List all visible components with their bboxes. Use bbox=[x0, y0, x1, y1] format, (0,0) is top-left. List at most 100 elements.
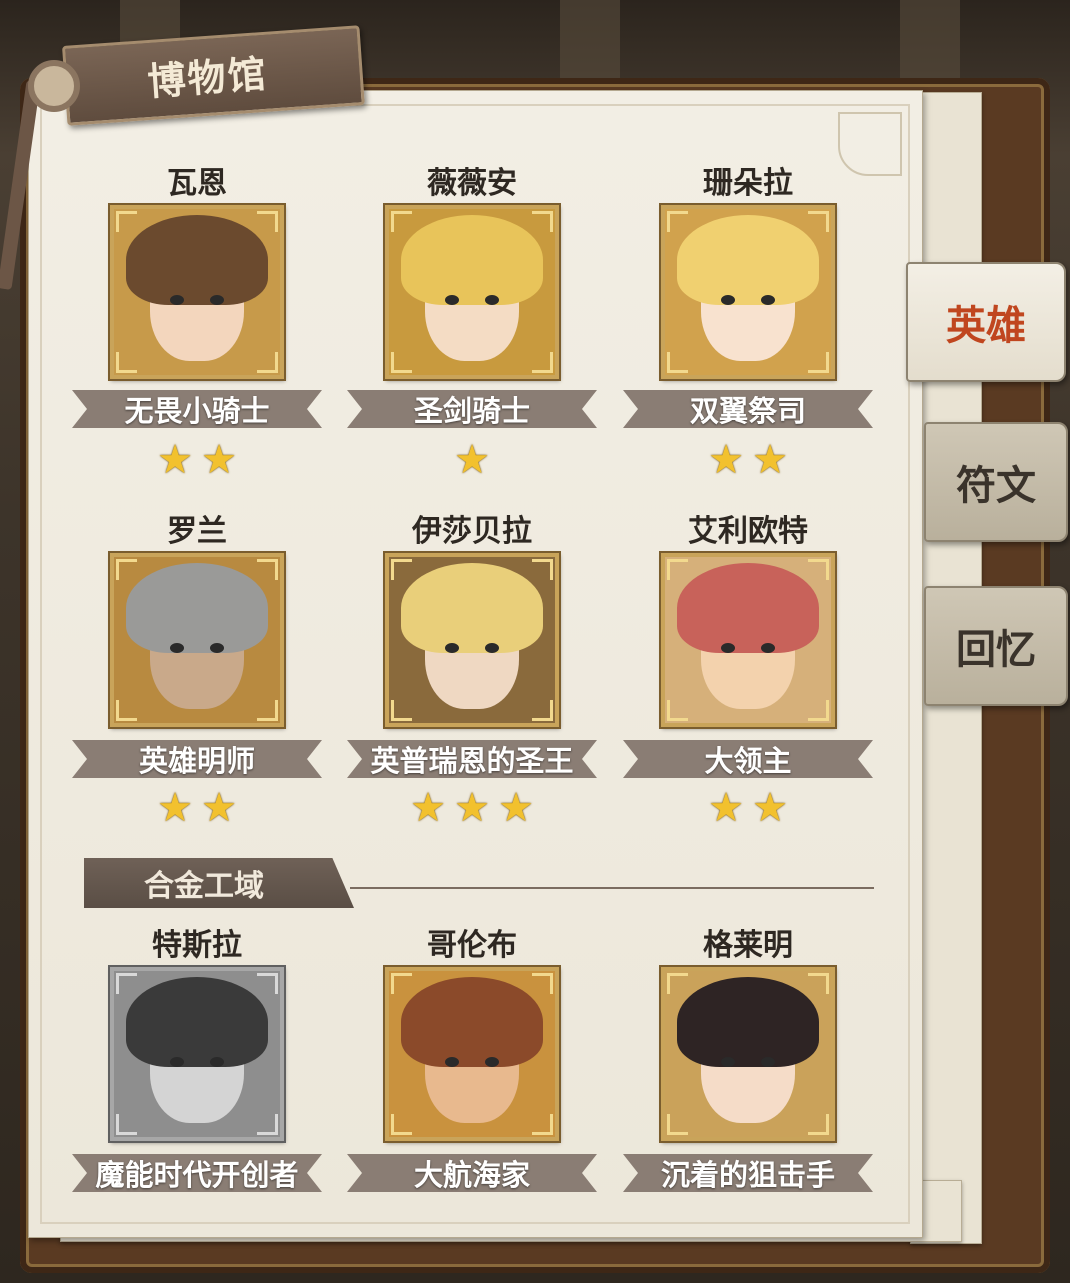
frame-corner bbox=[116, 352, 137, 373]
frame-corner bbox=[667, 352, 688, 373]
hero-title-ribbon: 无畏小骑士 bbox=[72, 390, 322, 428]
hero-title-ribbon: 大航海家 bbox=[347, 1154, 597, 1192]
portrait-eye bbox=[485, 1057, 499, 1067]
frame-corner bbox=[391, 973, 412, 994]
hero-name: 瓦恩 bbox=[167, 166, 227, 201]
frame-corner bbox=[116, 559, 137, 580]
hero-portrait[interactable] bbox=[659, 965, 837, 1143]
frame-corner bbox=[391, 352, 412, 373]
portrait-eye bbox=[210, 643, 224, 653]
portrait-hair bbox=[401, 563, 543, 653]
hero-name: 特斯拉 bbox=[152, 928, 242, 963]
portrait-hair bbox=[126, 977, 268, 1067]
hero-title-ribbon: 英雄明师 bbox=[72, 740, 322, 778]
room-pillar bbox=[560, 0, 620, 90]
portrait-hair bbox=[401, 215, 543, 305]
star-rating: ★ ★ bbox=[77, 440, 317, 480]
frame-corner bbox=[808, 352, 829, 373]
frame-corner bbox=[116, 211, 137, 232]
portrait-hair bbox=[401, 977, 543, 1067]
hero-name: 罗兰 bbox=[167, 514, 227, 549]
section-divider bbox=[350, 887, 874, 889]
star-rating: ★ ★ bbox=[628, 440, 868, 480]
frame-corner bbox=[116, 1114, 137, 1135]
star-icon: ★ bbox=[201, 785, 237, 831]
frame-corner bbox=[667, 973, 688, 994]
hero-title-ribbon: 沉着的狙击手 bbox=[623, 1154, 873, 1192]
portrait-eye bbox=[445, 295, 459, 305]
portrait-eye bbox=[761, 643, 775, 653]
frame-corner bbox=[808, 973, 829, 994]
portrait-eye bbox=[721, 643, 735, 653]
star-rating: ★ ★ bbox=[628, 788, 868, 828]
portrait-eye bbox=[721, 1057, 735, 1067]
portrait-eye bbox=[210, 295, 224, 305]
portrait-hair bbox=[677, 215, 819, 305]
frame-corner bbox=[532, 1114, 553, 1135]
star-icon: ★ bbox=[708, 437, 744, 483]
frame-corner bbox=[116, 700, 137, 721]
ring-icon bbox=[28, 60, 80, 112]
tab-runes[interactable]: 符文 bbox=[924, 422, 1068, 542]
portrait-eye bbox=[445, 1057, 459, 1067]
hero-name: 格莱明 bbox=[703, 928, 793, 963]
frame-corner bbox=[391, 211, 412, 232]
portrait-hair bbox=[126, 215, 268, 305]
frame-corner bbox=[532, 211, 553, 232]
tab-heroes[interactable]: 英雄 bbox=[906, 262, 1066, 382]
section-header: 合金工域 bbox=[84, 858, 354, 908]
hero-name: 伊莎贝拉 bbox=[412, 514, 532, 549]
portrait-eye bbox=[485, 643, 499, 653]
frame-corner bbox=[391, 559, 412, 580]
frame-corner bbox=[808, 559, 829, 580]
frame-corner bbox=[116, 973, 137, 994]
hero-title-ribbon: 圣剑骑士 bbox=[347, 390, 597, 428]
frame-corner bbox=[667, 211, 688, 232]
portrait-hair bbox=[126, 563, 268, 653]
star-icon: ★ bbox=[157, 437, 193, 483]
hero-portrait[interactable] bbox=[108, 965, 286, 1143]
star-rating: ★ ★ bbox=[77, 788, 317, 828]
room-pillar bbox=[900, 0, 960, 90]
hero-portrait[interactable] bbox=[383, 203, 561, 381]
star-icon: ★ bbox=[157, 785, 193, 831]
star-icon: ★ bbox=[454, 785, 490, 831]
frame-corner bbox=[667, 559, 688, 580]
frame-corner bbox=[391, 1114, 412, 1135]
hero-portrait[interactable] bbox=[108, 203, 286, 381]
hero-portrait[interactable] bbox=[108, 551, 286, 729]
frame-corner bbox=[257, 973, 278, 994]
hero-name: 薇薇安 bbox=[427, 166, 517, 201]
portrait-eye bbox=[170, 1057, 184, 1067]
star-icon: ★ bbox=[708, 785, 744, 831]
portrait-eye bbox=[445, 643, 459, 653]
hero-title-ribbon: 魔能时代开创者 bbox=[72, 1154, 322, 1192]
hero-title-ribbon: 双翼祭司 bbox=[623, 390, 873, 428]
hero-name: 珊朵拉 bbox=[703, 166, 793, 201]
star-icon: ★ bbox=[498, 785, 534, 831]
star-icon: ★ bbox=[752, 785, 788, 831]
portrait-eye bbox=[761, 1057, 775, 1067]
frame-corner bbox=[667, 700, 688, 721]
star-icon: ★ bbox=[454, 437, 490, 483]
hero-portrait[interactable] bbox=[659, 203, 837, 381]
frame-corner bbox=[532, 352, 553, 373]
portrait-eye bbox=[170, 643, 184, 653]
frame-corner bbox=[257, 559, 278, 580]
star-icon: ★ bbox=[752, 437, 788, 483]
hero-portrait[interactable] bbox=[383, 965, 561, 1143]
frame-corner bbox=[257, 352, 278, 373]
star-rating: ★ ★ ★ bbox=[352, 788, 592, 828]
portrait-eye bbox=[210, 1057, 224, 1067]
hero-name: 哥伦布 bbox=[427, 928, 517, 963]
hero-title-ribbon: 英普瑞恩的圣王 bbox=[347, 740, 597, 778]
frame-corner bbox=[257, 700, 278, 721]
frame-corner bbox=[532, 700, 553, 721]
portrait-eye bbox=[721, 295, 735, 305]
hero-name: 艾利欧特 bbox=[688, 514, 808, 549]
frame-corner bbox=[257, 211, 278, 232]
hero-portrait[interactable] bbox=[659, 551, 837, 729]
tab-memories[interactable]: 回忆 bbox=[924, 586, 1068, 706]
star-icon: ★ bbox=[410, 785, 446, 831]
hero-portrait[interactable] bbox=[383, 551, 561, 729]
